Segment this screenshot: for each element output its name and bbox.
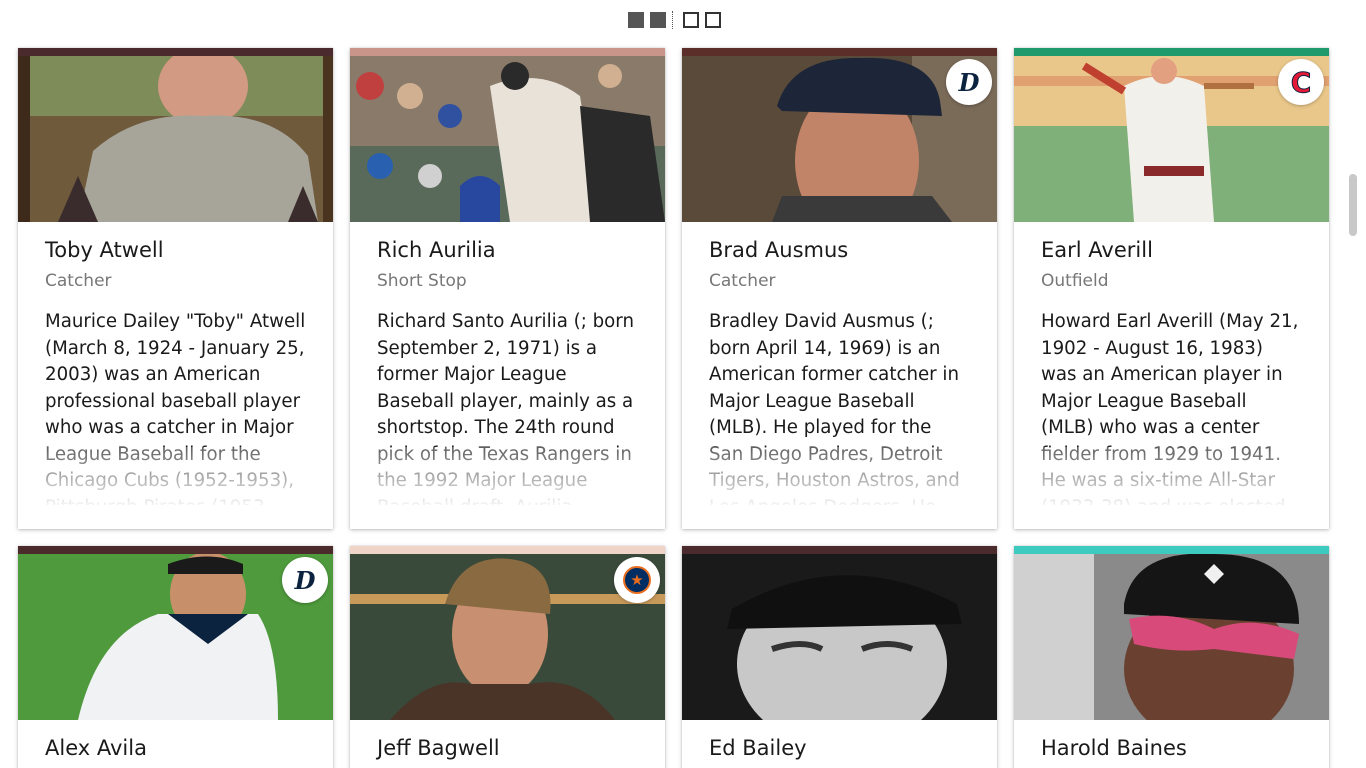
card-accent-bar	[350, 48, 665, 56]
filled-square-icon[interactable]	[650, 12, 666, 28]
player-description: Richard Santo Aurilia (; born September …	[377, 309, 638, 505]
player-photo	[18, 56, 333, 222]
card-accent-bar	[682, 48, 997, 56]
tigers-logo-icon: D	[946, 59, 992, 105]
empty-square-icon[interactable]	[683, 12, 699, 28]
empty-square-icon[interactable]	[705, 12, 721, 28]
player-name: Jeff Bagwell	[377, 736, 500, 760]
player-card[interactable]: D Alex Avila	[18, 546, 333, 768]
filled-square-icon[interactable]	[628, 12, 644, 28]
astros-logo-icon: ★	[614, 557, 660, 603]
player-name: Harold Baines	[1041, 736, 1187, 760]
tigers-logo-icon: D	[282, 557, 328, 603]
card-accent-bar	[1014, 48, 1329, 56]
card-accent-bar	[1014, 546, 1329, 554]
player-name: Earl Averill	[1041, 238, 1153, 262]
player-position: Catcher	[709, 271, 776, 291]
card-accent-bar	[18, 48, 333, 56]
player-card[interactable]: Rich Aurilia Short Stop Richard Santo Au…	[350, 48, 665, 529]
player-position: Short Stop	[377, 271, 467, 291]
player-card[interactable]: ★ Jeff Bagwell	[350, 546, 665, 768]
player-position: Outfield	[1041, 271, 1109, 291]
player-name: Brad Ausmus	[709, 238, 849, 262]
player-photo: D	[18, 554, 333, 720]
player-card[interactable]: C Earl Averill Outfield Howard Earl Aver…	[1014, 48, 1329, 529]
card-accent-bar	[682, 546, 997, 554]
player-description: Bradley David Ausmus (; born April 14, 1…	[709, 309, 970, 505]
card-accent-bar	[350, 546, 665, 554]
indians-logo-icon: C	[1278, 59, 1324, 105]
player-photo	[682, 554, 997, 720]
player-photo: C	[1014, 56, 1329, 222]
player-photo: D	[682, 56, 997, 222]
player-description: Howard Earl Averill (May 21, 1902 - Augu…	[1041, 309, 1302, 505]
view-switcher-divider	[672, 11, 673, 29]
player-photo	[350, 56, 665, 222]
player-photo: ★	[350, 554, 665, 720]
vertical-scrollbar[interactable]	[1349, 174, 1357, 236]
player-card[interactable]: D Brad Ausmus Catcher Bradley David Ausm…	[682, 48, 997, 529]
player-position: Catcher	[45, 271, 112, 291]
player-card[interactable]: Harold Baines	[1014, 546, 1329, 768]
player-name: Ed Bailey	[709, 736, 807, 760]
player-card[interactable]: Ed Bailey	[682, 546, 997, 768]
view-switcher	[628, 11, 727, 29]
player-card[interactable]: Toby Atwell Catcher Maurice Dailey "Toby…	[18, 48, 333, 529]
player-name: Toby Atwell	[45, 238, 164, 262]
card-accent-bar	[18, 546, 333, 554]
player-photo	[1014, 554, 1329, 720]
player-name: Alex Avila	[45, 736, 147, 760]
player-description: Maurice Dailey "Toby" Atwell (March 8, 1…	[45, 309, 306, 505]
player-name: Rich Aurilia	[377, 238, 496, 262]
